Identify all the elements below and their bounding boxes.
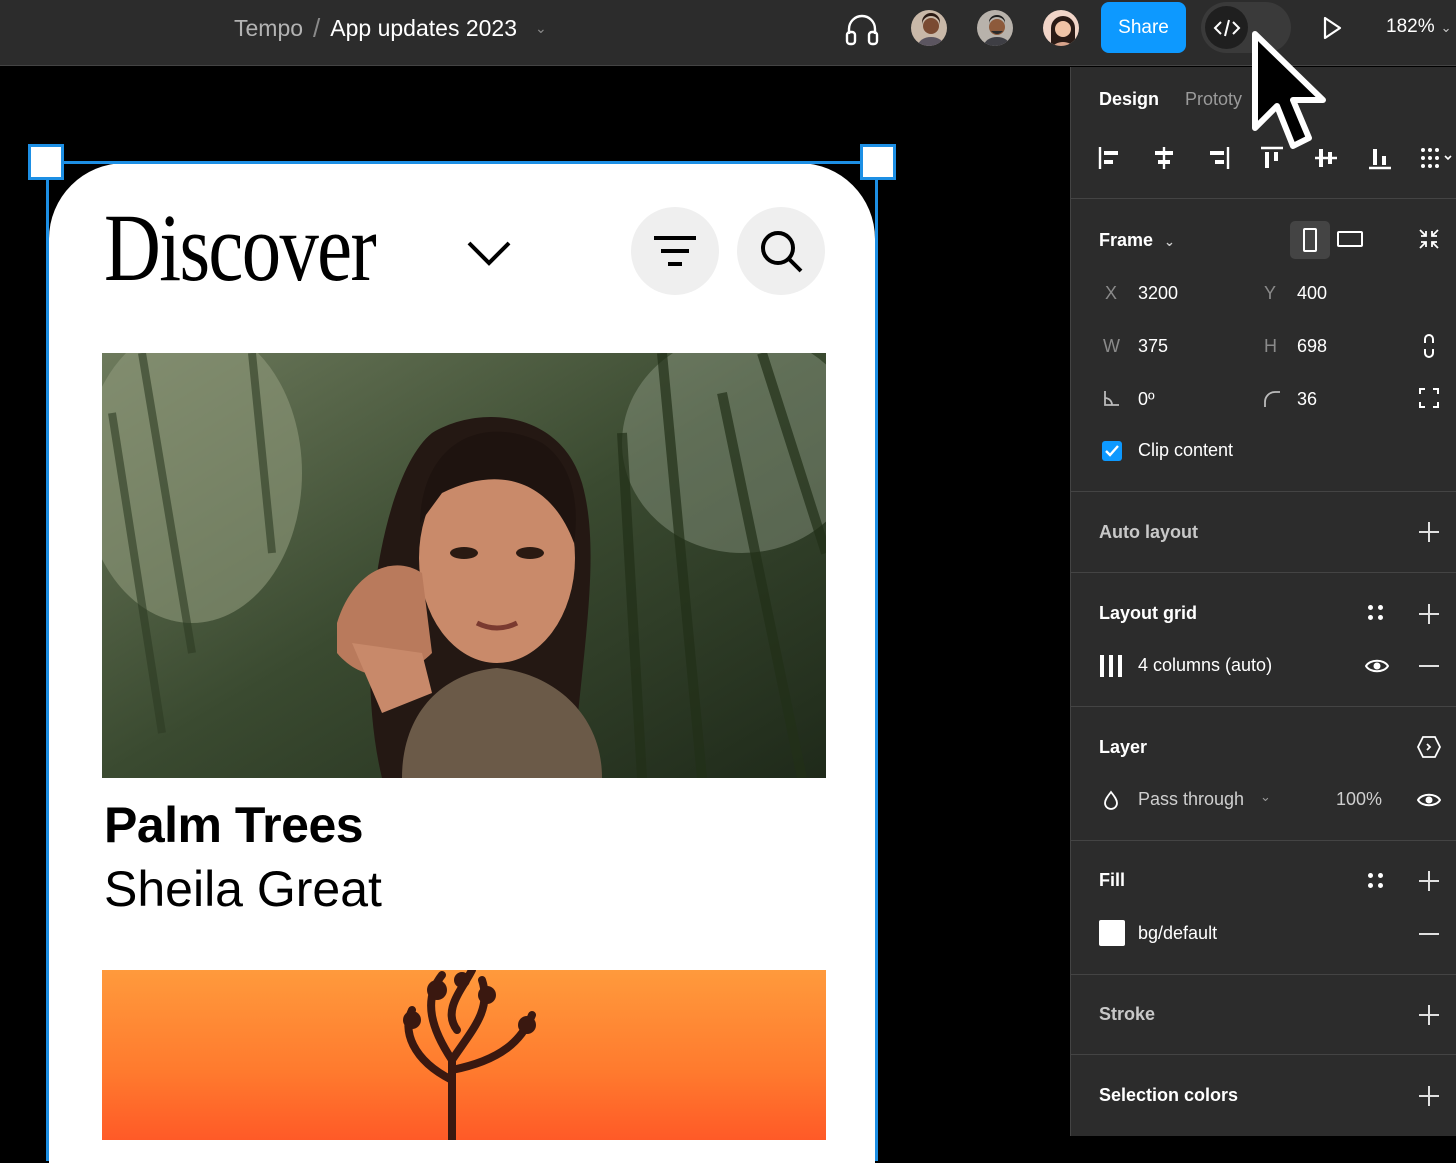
layer-title: Layer [1099, 737, 1148, 757]
page-title: Discover [104, 194, 377, 301]
opacity-input[interactable]: 100% [1336, 789, 1382, 810]
share-button[interactable]: Share [1101, 2, 1186, 53]
width-input[interactable]: 375 [1138, 336, 1168, 357]
zoom-dropdown[interactable]: 182% ⌄ [1386, 16, 1452, 38]
headphones-icon[interactable] [843, 10, 881, 48]
constrain-proportions-icon[interactable] [1421, 333, 1437, 359]
team-name[interactable]: Tempo [234, 15, 303, 42]
align-horizontal-center-icon[interactable] [1151, 145, 1177, 171]
divider [1071, 840, 1456, 841]
card-photo[interactable] [102, 353, 826, 778]
tab-prototype[interactable]: Prototy [1185, 89, 1242, 110]
h-label: H [1264, 336, 1277, 356]
eye-icon[interactable] [1417, 791, 1441, 809]
fill-title: Fill [1099, 870, 1125, 890]
divider [1071, 572, 1456, 573]
corner-radius-icon [1264, 391, 1280, 407]
resize-handle[interactable] [28, 144, 64, 180]
layout-grid-title: Layout grid [1099, 603, 1197, 623]
card-subtitle: Sheila Great [104, 861, 382, 917]
portrait-icon [1303, 228, 1317, 252]
remove-layout-grid-icon[interactable] [1419, 665, 1439, 667]
panel-tabs: Design Prototy [1099, 89, 1242, 110]
chevron-down-icon: ⌄ [1164, 234, 1175, 249]
fill-swatch[interactable] [1099, 920, 1125, 946]
eye-icon[interactable] [1365, 657, 1389, 675]
divider [1071, 198, 1456, 199]
divider [1071, 706, 1456, 707]
toolbar: Tempo / App updates 2023 ⌄ Share 182% ⌄ [0, 0, 1456, 66]
zoom-level: 182% [1386, 16, 1435, 37]
y-input[interactable]: 400 [1297, 283, 1327, 304]
corner-radius-input[interactable]: 36 [1297, 389, 1317, 410]
chevron-down-icon: ⌄ [1440, 20, 1452, 35]
add-stroke-icon[interactable] [1419, 1005, 1439, 1025]
avatar[interactable] [909, 8, 949, 48]
distribute-icon[interactable] [1419, 145, 1453, 171]
file-name[interactable]: App updates 2023 [330, 15, 517, 42]
filter-icon [654, 236, 696, 266]
blend-mode-icon [1104, 790, 1118, 810]
divider [1071, 1054, 1456, 1055]
avatar[interactable] [975, 8, 1015, 48]
independent-corners-icon[interactable] [1418, 387, 1440, 409]
mouse-cursor-icon [1252, 31, 1326, 149]
divider [1071, 491, 1456, 492]
chevron-down-icon[interactable] [466, 238, 512, 268]
resize-to-fit-icon[interactable] [1417, 227, 1441, 251]
add-layout-grid-icon[interactable] [1419, 604, 1439, 624]
remove-fill-icon[interactable] [1419, 933, 1439, 935]
y-label: Y [1264, 283, 1277, 303]
clip-content-checkbox[interactable] [1102, 441, 1122, 461]
layout-grid-item[interactable]: 4 columns (auto) [1138, 655, 1272, 676]
chevron-down-icon[interactable]: ⌄ [535, 20, 547, 37]
height-input[interactable]: 698 [1297, 336, 1327, 357]
rotation-input[interactable]: 0º [1138, 389, 1155, 410]
frame-label: Frame [1099, 230, 1154, 250]
card-photo[interactable] [102, 970, 826, 1140]
resize-handle[interactable] [860, 144, 896, 180]
breadcrumb: Tempo / App updates 2023 ⌄ [234, 13, 547, 44]
divider [1071, 974, 1456, 975]
add-fill-icon[interactable] [1419, 871, 1439, 891]
tab-design[interactable]: Design [1099, 89, 1159, 110]
align-right-icon[interactable] [1205, 145, 1231, 171]
rotation-icon [1104, 391, 1119, 406]
align-bottom-icon[interactable] [1367, 145, 1393, 171]
align-left-icon[interactable] [1097, 145, 1123, 171]
fill-style-name[interactable]: bg/default [1138, 923, 1217, 944]
component-icon[interactable] [1417, 736, 1441, 758]
check-icon [1105, 445, 1119, 457]
landscape-icon[interactable] [1337, 231, 1363, 247]
x-input[interactable]: 3200 [1138, 283, 1178, 304]
filter-button[interactable] [631, 207, 719, 295]
search-button[interactable] [737, 207, 825, 295]
avatar[interactable] [1041, 8, 1081, 48]
breadcrumb-separator: / [313, 13, 321, 43]
styles-icon[interactable] [1368, 605, 1384, 621]
properties-panel: Design Prototy Frame ⌄ X 3200 Y 400 W 37… [1070, 67, 1456, 1136]
blend-mode-dropdown[interactable]: Pass through [1138, 789, 1244, 810]
card-title: Palm Trees [104, 797, 364, 853]
auto-layout-title: Auto layout [1099, 522, 1198, 542]
stroke-title: Stroke [1099, 1004, 1156, 1024]
x-label: X [1105, 283, 1118, 303]
w-label: W [1103, 336, 1120, 356]
portrait-toggle[interactable] [1290, 221, 1330, 259]
add-selection-color-icon[interactable] [1419, 1086, 1439, 1106]
code-icon [1205, 6, 1248, 49]
search-icon [761, 231, 803, 273]
styles-icon[interactable] [1368, 873, 1384, 889]
frame-section-title[interactable]: Frame ⌄ [1099, 230, 1175, 251]
selection-colors-title: Selection colors [1099, 1085, 1239, 1105]
columns-grid-icon[interactable] [1099, 654, 1123, 678]
add-auto-layout-icon[interactable] [1419, 522, 1439, 542]
clip-content-label: Clip content [1138, 440, 1234, 460]
chevron-down-icon[interactable]: ⌄ [1260, 789, 1271, 805]
